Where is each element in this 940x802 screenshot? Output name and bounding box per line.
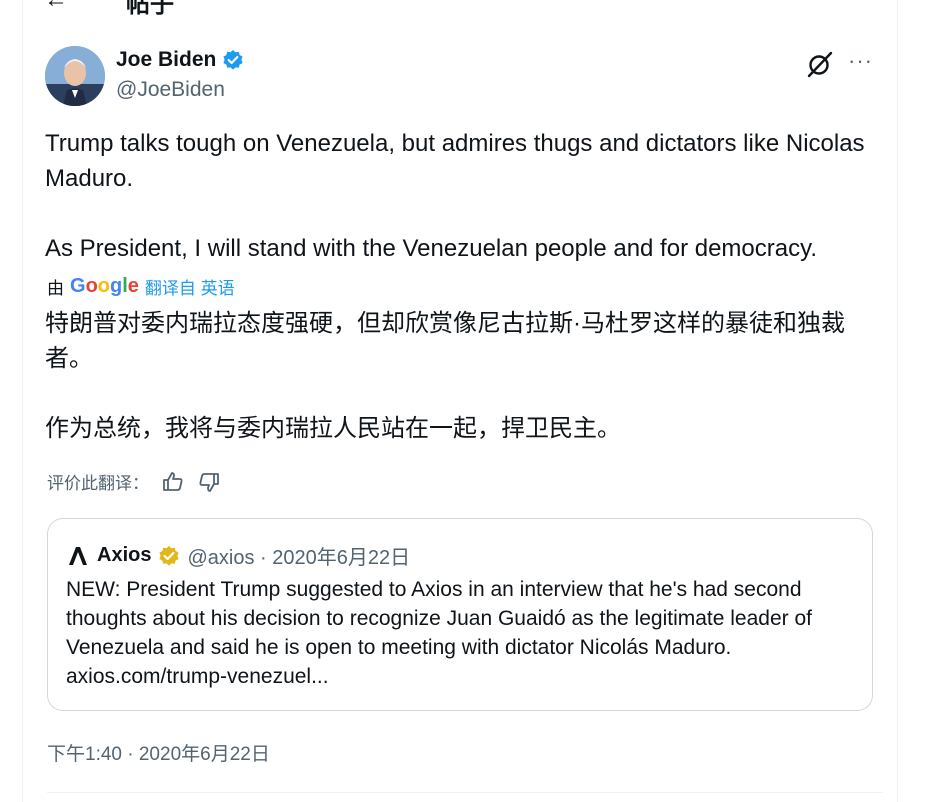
avatar[interactable]	[45, 46, 105, 106]
author-handle[interactable]: @JoeBiden	[116, 78, 225, 102]
timeline-border-right	[897, 0, 898, 802]
axios-logo-icon	[66, 544, 90, 568]
verified-badge-icon	[223, 50, 243, 70]
translation-attribution: 由 Google 翻译自 英语	[47, 274, 235, 299]
quoted-author-name: Axios	[97, 544, 152, 566]
translated-from-link[interactable]: 翻译自 英语	[145, 274, 235, 299]
rate-translation-label: 评价此翻译：	[47, 474, 149, 493]
grok-icon[interactable]	[806, 50, 834, 78]
page-title: 帖子	[126, 0, 174, 18]
translated-by-prefix: 由	[47, 279, 64, 298]
divider	[47, 792, 883, 793]
user-avatar-icon	[45, 46, 105, 106]
rate-translation-row: 评价此翻译：	[47, 469, 221, 494]
author-name[interactable]: Joe Biden	[116, 48, 216, 72]
thumb-down-icon[interactable]	[197, 470, 221, 494]
quoted-tweet-text: NEW: President Trump suggested to Axios …	[66, 578, 812, 688]
quoted-handle-date: @axios · 2020年6月22日	[187, 547, 411, 569]
google-logo: Google	[70, 275, 139, 297]
quoted-tweet-card[interactable]: Axios @axios · 2020年6月22日 NEW: President…	[47, 518, 873, 711]
tweet-timestamp[interactable]: 下午1:40 · 2020年6月22日	[47, 739, 270, 766]
verified-gold-badge-icon	[159, 545, 180, 566]
arrow-left-icon[interactable]: ←	[44, 0, 68, 14]
tweet-text: Trump talks tough on Venezuela, but admi…	[45, 130, 865, 262]
translated-text: 特朗普对委内瑞拉态度强硬，但却欣赏像尼古拉斯·马杜罗这样的暴徒和独裁者。 作为总…	[45, 310, 845, 442]
thumb-up-icon[interactable]	[161, 470, 185, 494]
more-options-button[interactable]: ···	[848, 48, 873, 74]
timeline-border-left	[22, 0, 23, 802]
